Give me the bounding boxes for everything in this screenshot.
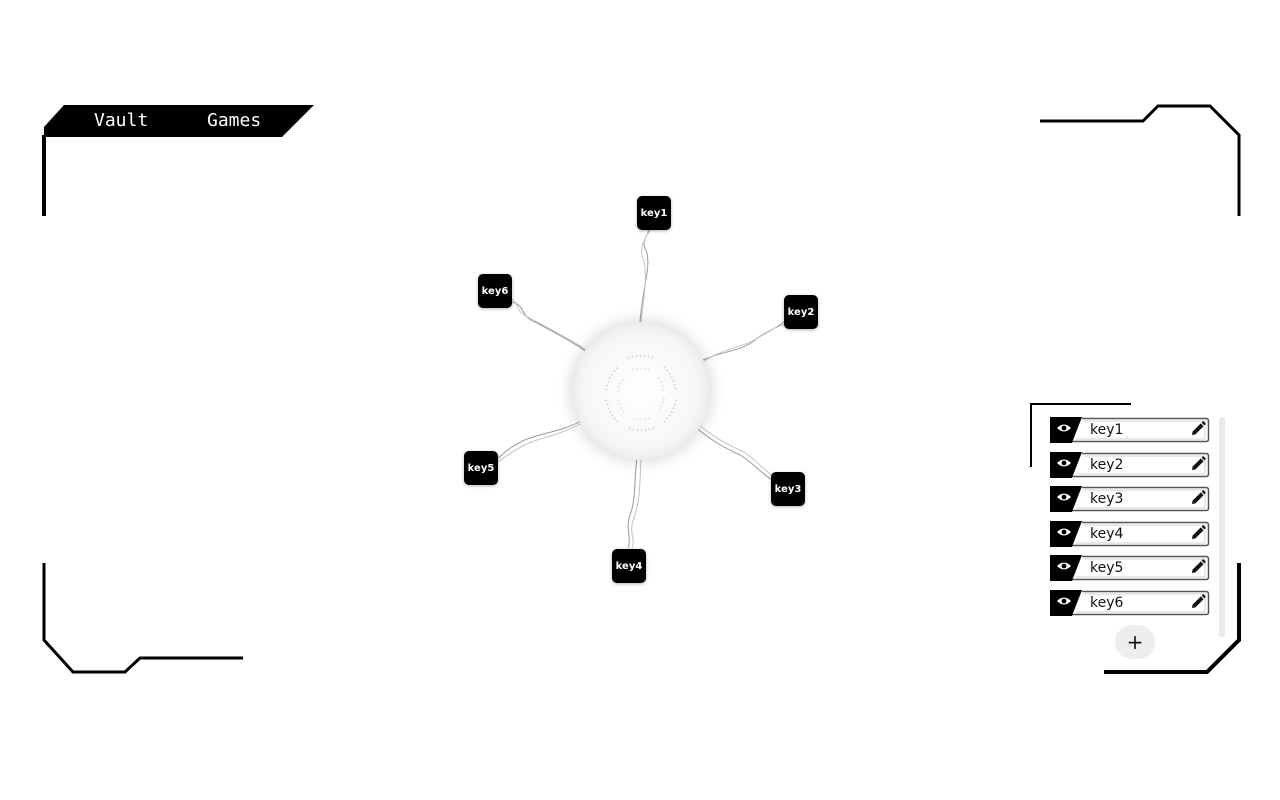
key-list-item-background <box>1050 486 1210 513</box>
pencil-icon[interactable] <box>1190 525 1206 541</box>
graph-node-key4[interactable]: key4 <box>612 549 646 583</box>
eye-icon[interactable] <box>1056 421 1072 435</box>
graph-node-key1[interactable]: key1 <box>637 196 671 230</box>
key-list-item-label: key6 <box>1090 595 1124 611</box>
pencil-icon[interactable] <box>1190 421 1206 437</box>
app-stage: Vault Games key1 key2 key3 key4 key5 key… <box>0 0 1280 800</box>
key-list-item-background <box>1050 520 1210 547</box>
pencil-icon[interactable] <box>1190 559 1206 575</box>
eye-icon[interactable] <box>1056 490 1072 504</box>
eye-icon[interactable] <box>1056 594 1072 608</box>
pencil-icon[interactable] <box>1190 455 1206 472</box>
add-key-button[interactable]: + <box>1115 625 1155 659</box>
eye-icon[interactable] <box>1056 525 1072 539</box>
key-list-item-background <box>1050 555 1210 582</box>
vault-hub-icon[interactable] <box>572 322 710 460</box>
key-list-item-label: key3 <box>1090 491 1124 508</box>
graph-node-key3[interactable]: key3 <box>771 472 805 506</box>
key-list-item-label: key1 <box>1090 422 1124 438</box>
pencil-icon[interactable] <box>1190 594 1206 610</box>
key-list-item-background <box>1050 417 1210 443</box>
key-graph: key1 key2 key3 key4 key5 key6 <box>0 0 1280 800</box>
key-list-item-background <box>1050 590 1210 616</box>
pencil-icon[interactable] <box>1190 490 1206 506</box>
key-list-item-label: key5 <box>1090 560 1124 577</box>
eye-icon[interactable] <box>1056 456 1072 470</box>
connector-key1-b <box>640 229 651 323</box>
key-list-item-key1[interactable]: key1 <box>1050 417 1210 443</box>
graph-node-key2[interactable]: key2 <box>784 295 818 329</box>
key-list-item-key3[interactable]: key3 <box>1050 486 1210 513</box>
eye-icon[interactable] <box>1056 559 1072 573</box>
key-list-item-key6[interactable]: key6 <box>1050 590 1210 616</box>
key-list-panel: key1 key2 key3 key4 key5 key6 + <box>1030 403 1230 673</box>
key-list-item-label: key2 <box>1090 456 1124 473</box>
connector-key1 <box>639 229 649 323</box>
key-list-item-background <box>1050 451 1210 478</box>
graph-node-key6[interactable]: key6 <box>478 274 512 308</box>
key-list-item-key5[interactable]: key5 <box>1050 555 1210 582</box>
hub-segments <box>605 354 677 432</box>
key-list-item-label: key4 <box>1090 525 1124 542</box>
connector-key2 <box>702 319 787 361</box>
graph-node-key5[interactable]: key5 <box>464 451 498 485</box>
key-list-scrollbar[interactable] <box>1219 417 1225 637</box>
key-list-item-key2[interactable]: key2 <box>1050 451 1210 478</box>
key-list-item-key4[interactable]: key4 <box>1050 520 1210 547</box>
